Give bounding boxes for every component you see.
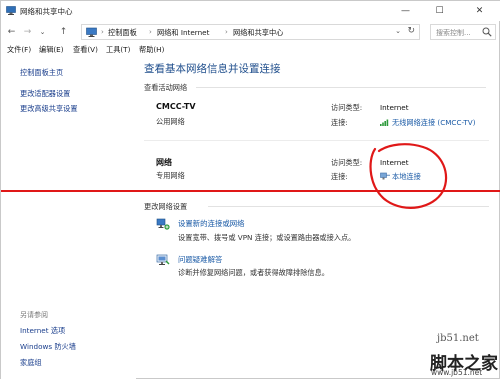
setup-new-connection-link[interactable]: 设置新的连接或网络 <box>178 218 245 229</box>
change-adapter-settings-link[interactable]: 更改适配器设置 <box>20 89 70 99</box>
network-name: CMCC-TV <box>156 102 196 111</box>
refresh-button[interactable]: ↻ <box>407 26 415 36</box>
annotation-red-circle <box>369 143 448 209</box>
wireless-connection-link[interactable]: 无线网络连接 (CMCC-TV) <box>380 118 476 128</box>
change-advanced-sharing-link[interactable]: 更改高级共享设置 <box>20 104 78 114</box>
connection-label: 连接: <box>331 118 348 127</box>
recent-locations-button[interactable]: ⌄ <box>36 25 49 38</box>
maximize-button[interactable]: ☐ <box>424 1 455 21</box>
network-name: 网络 <box>156 158 172 167</box>
access-type-label: 访问类型: <box>331 158 363 167</box>
minimize-button[interactable]: — <box>390 1 421 21</box>
up-button[interactable]: ↑ <box>57 25 70 38</box>
setup-new-connection-desc: 设置宽带、拨号或 VPN 连接；或设置路由器或接入点。 <box>178 233 356 242</box>
internet-options-link[interactable]: Internet 选项 <box>20 326 65 336</box>
left-navigation-pane: 控制面板主页 更改适配器设置 更改高级共享设置 另请参阅 Internet 选项… <box>1 58 136 379</box>
breadcrumb-separator: › <box>225 28 228 36</box>
troubleshoot-desc: 诊断并修复网络问题，或者获得故障排除信息。 <box>178 268 329 277</box>
network-type: 专用网络 <box>156 171 185 180</box>
network-type: 公用网络 <box>156 117 185 126</box>
breadcrumb-control-panel[interactable]: 控制面板 <box>108 28 137 38</box>
search-icon <box>482 27 492 37</box>
control-panel-home-link[interactable]: 控制面板主页 <box>20 68 63 78</box>
watermark-domain: jb51.net <box>437 333 479 344</box>
breadcrumb-network-internet[interactable]: 网络和 Internet <box>157 28 209 38</box>
connection-label: 连接: <box>331 172 348 181</box>
section-divider <box>196 87 486 88</box>
search-placeholder: 搜索控制... <box>436 29 471 37</box>
menu-tools[interactable]: 工具(T) <box>106 45 130 55</box>
address-bar: ← → ⌄ ↑ › 控制面板 › 网络和 Internet › 网络和共享中心 … <box>1 21 500 43</box>
menu-edit[interactable]: 编辑(E) <box>39 45 64 55</box>
menu-help[interactable]: 帮助(H) <box>139 45 164 55</box>
troubleshoot-link[interactable]: 问题疑难解答 <box>178 254 222 265</box>
change-network-settings-label: 更改网络设置 <box>144 202 188 211</box>
search-input[interactable]: 搜索控制... <box>430 24 496 40</box>
window-title: 网络和共享中心 <box>20 7 73 16</box>
access-type-label: 访问类型: <box>331 103 363 112</box>
homegroup-link[interactable]: 家庭组 <box>20 358 42 368</box>
windows-firewall-link[interactable]: Windows 防火墙 <box>20 342 76 352</box>
close-button[interactable]: ✕ <box>464 1 495 21</box>
menu-bar: 文件(F) 编辑(E) 查看(V) 工具(T) 帮助(H) <box>1 44 500 57</box>
breadcrumb-separator: › <box>101 28 104 36</box>
access-type-value: Internet <box>380 103 409 112</box>
network-center-icon <box>6 6 16 15</box>
page-title: 查看基本网络信息并设置连接 <box>144 63 281 75</box>
active-networks-label: 查看活动网络 <box>144 83 188 92</box>
see-also-label: 另请参阅 <box>20 311 48 319</box>
watermark-url: www.jb51.net <box>431 368 483 377</box>
address-dropdown-button[interactable]: ⌄ <box>395 27 401 35</box>
title-bar: 网络和共享中心 — ☐ ✕ <box>1 1 500 21</box>
breadcrumb-separator: › <box>149 28 152 36</box>
menu-file[interactable]: 文件(F) <box>7 45 31 55</box>
network-folder-icon <box>86 27 97 37</box>
forward-button[interactable]: → <box>21 25 34 38</box>
back-button[interactable]: ← <box>5 25 18 38</box>
breadcrumb-network-sharing-center[interactable]: 网络和共享中心 <box>233 28 283 38</box>
network-sharing-center-window: 网络和共享中心 — ☐ ✕ ← → ⌄ ↑ › 控制面板 › 网络和 Inter… <box>0 0 500 379</box>
troubleshoot-icon <box>156 254 170 265</box>
menu-view[interactable]: 查看(V) <box>73 45 98 55</box>
wifi-signal-icon <box>380 119 389 126</box>
new-connection-icon <box>156 218 170 230</box>
wireless-connection-label: 无线网络连接 (CMCC-TV) <box>392 118 476 127</box>
address-box[interactable]: › 控制面板 › 网络和 Internet › 网络和共享中心 ⌄ ↻ <box>81 24 420 40</box>
